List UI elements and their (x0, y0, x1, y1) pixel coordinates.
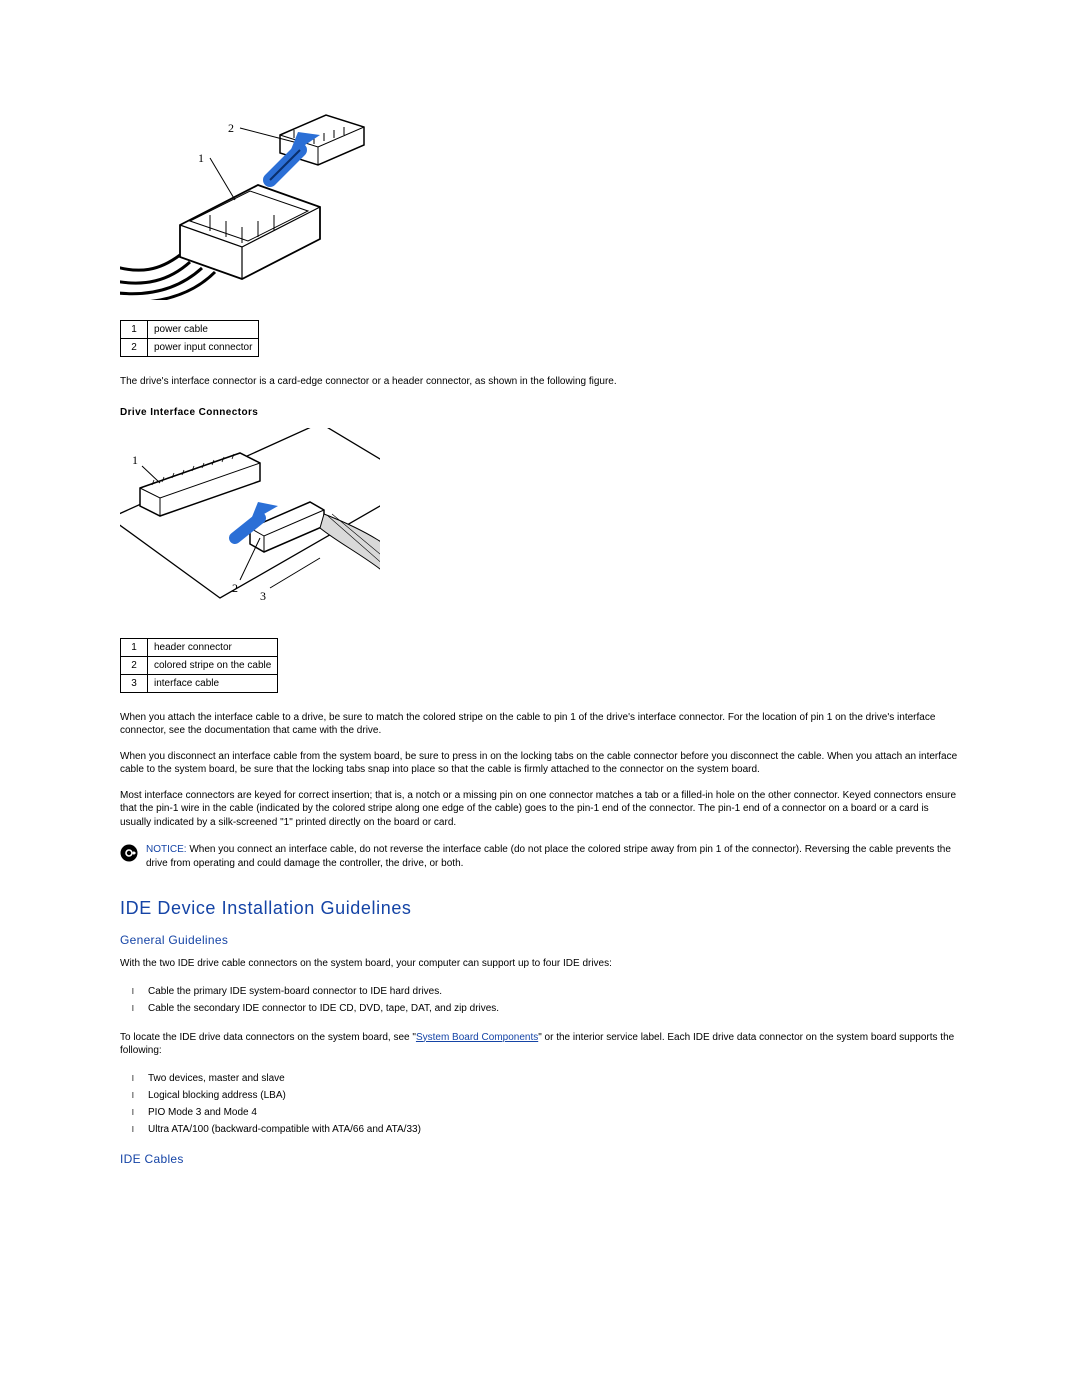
link-system-board-components[interactable]: System Board Components (416, 1032, 538, 1043)
cell-num: 3 (121, 674, 148, 692)
heading-ide-cables: IDE Cables (120, 1152, 960, 1166)
figure-drive-interface-connectors: 1 2 3 (120, 428, 960, 618)
list-item: Two devices, master and slave (148, 1070, 960, 1087)
notice-icon (120, 844, 138, 862)
paragraph: The drive's interface connector is a car… (120, 375, 960, 389)
list-cabling: Cable the primary IDE system-board conne… (120, 983, 960, 1017)
list-item: Cable the secondary IDE connector to IDE… (148, 1000, 960, 1017)
cell-text: power cable (148, 321, 259, 339)
cell-text: interface cable (148, 674, 278, 692)
paragraph: With the two IDE drive cable connectors … (120, 957, 960, 971)
figure-power-cable: 1 2 (120, 90, 960, 300)
cell-text: power input connector (148, 339, 259, 357)
heading-ide-device-installation-guidelines: IDE Device Installation Guidelines (120, 898, 960, 919)
table-power-cable: 1power cable 2power input connector (120, 320, 259, 357)
callout-1: 1 (132, 453, 138, 467)
notice-text: When you connect an interface cable, do … (146, 844, 951, 869)
paragraph: Most interface connectors are keyed for … (120, 789, 960, 830)
heading-general-guidelines: General Guidelines (120, 933, 960, 947)
callout-2: 2 (228, 121, 234, 135)
cell-num: 2 (121, 656, 148, 674)
text-fragment: To locate the IDE drive data connectors … (120, 1032, 416, 1043)
subheading-drive-interface-connectors: Drive Interface Connectors (120, 407, 960, 418)
callout-2: 2 (232, 581, 238, 595)
notice-block: NOTICE: When you connect an interface ca… (120, 843, 960, 870)
list-supports: Two devices, master and slave Logical bl… (120, 1070, 960, 1138)
callout-3: 3 (260, 589, 266, 603)
cell-num: 2 (121, 339, 148, 357)
paragraph: When you attach the interface cable to a… (120, 711, 960, 738)
callout-1: 1 (198, 151, 204, 165)
list-item: PIO Mode 3 and Mode 4 (148, 1104, 960, 1121)
cell-text: header connector (148, 638, 278, 656)
paragraph: To locate the IDE drive data connectors … (120, 1031, 960, 1058)
list-item: Logical blocking address (LBA) (148, 1087, 960, 1104)
notice-label: NOTICE: (146, 844, 187, 855)
paragraph: When you disconnect an interface cable f… (120, 750, 960, 777)
list-item: Ultra ATA/100 (backward-compatible with … (148, 1121, 960, 1138)
table-drive-interface-connectors: 1header connector 2colored stripe on the… (120, 638, 278, 693)
cell-text: colored stripe on the cable (148, 656, 278, 674)
cell-num: 1 (121, 638, 148, 656)
cell-num: 1 (121, 321, 148, 339)
list-item: Cable the primary IDE system-board conne… (148, 983, 960, 1000)
